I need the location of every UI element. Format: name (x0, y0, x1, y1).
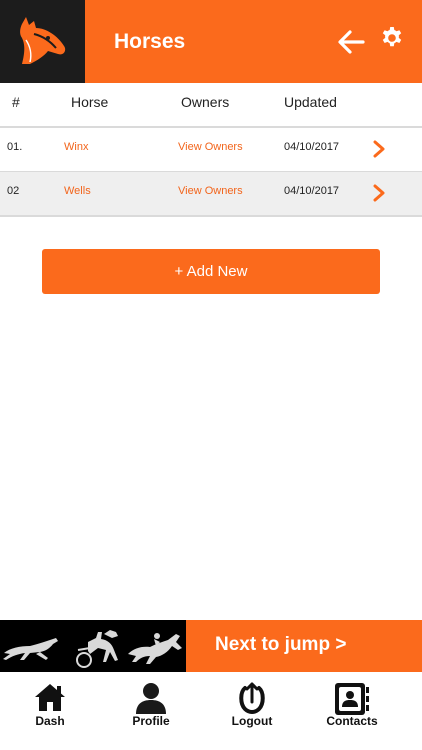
next-to-jump-label: Next to jump > (215, 634, 347, 655)
column-header-horse: Horse (71, 94, 109, 110)
gear-icon (382, 27, 402, 47)
table-row[interactable]: 02 Wells View Owners 04/10/2017 (0, 172, 422, 215)
view-owners-link[interactable]: View Owners (178, 185, 243, 197)
column-header-updated: Updated (284, 94, 337, 110)
row-number: 01. (7, 141, 23, 153)
contacts-book-icon (335, 683, 369, 715)
greyhound-icon (3, 638, 58, 660)
divider (0, 215, 422, 217)
page-title: Horses (114, 30, 186, 53)
updated-date: 04/10/2017 (284, 141, 340, 153)
view-owners-link[interactable]: View Owners (178, 141, 243, 153)
chevron-right-icon[interactable] (372, 140, 386, 158)
user-icon (136, 683, 166, 714)
row-number: 02 (7, 185, 20, 197)
tab-contacts-label: Contacts (326, 714, 378, 728)
racing-banner: Next to jump > (0, 620, 422, 672)
next-to-jump-button[interactable]: Next to jump > (186, 620, 422, 672)
back-button[interactable] (336, 28, 366, 56)
add-new-button[interactable]: + Add New (42, 249, 380, 294)
thoroughbred-racing-icon (128, 633, 182, 664)
racing-art (0, 620, 186, 672)
app-header: Horses (0, 0, 422, 83)
table-row[interactable]: 01. Winx View Owners 04/10/2017 (0, 128, 422, 171)
settings-button[interactable] (380, 26, 404, 50)
horseshoe-logout-icon (239, 682, 265, 714)
column-header-owners: Owners (181, 94, 230, 110)
chevron-right-icon[interactable] (372, 184, 386, 202)
horse-name-link[interactable]: Winx (64, 141, 88, 153)
horse-head-logo-icon (20, 17, 66, 64)
tab-contacts[interactable]: Contacts (302, 672, 402, 750)
harness-racing-icon (76, 630, 118, 668)
bottom-tab-bar: Dash Profile Logout Contacts (0, 672, 422, 750)
tab-dash-label: Dash (35, 714, 65, 728)
tab-profile-label: Profile (132, 714, 170, 728)
tab-logout[interactable]: Logout (202, 672, 302, 750)
updated-date: 04/10/2017 (284, 185, 340, 197)
tab-logout-label: Logout (231, 714, 273, 728)
column-header-number: # (12, 94, 20, 110)
home-icon (35, 684, 65, 711)
tab-profile[interactable]: Profile (101, 672, 201, 750)
app-logo (0, 0, 85, 83)
horse-name-link[interactable]: Wells (64, 185, 91, 197)
tab-dash[interactable]: Dash (0, 672, 100, 750)
arrow-left-icon (338, 30, 365, 54)
